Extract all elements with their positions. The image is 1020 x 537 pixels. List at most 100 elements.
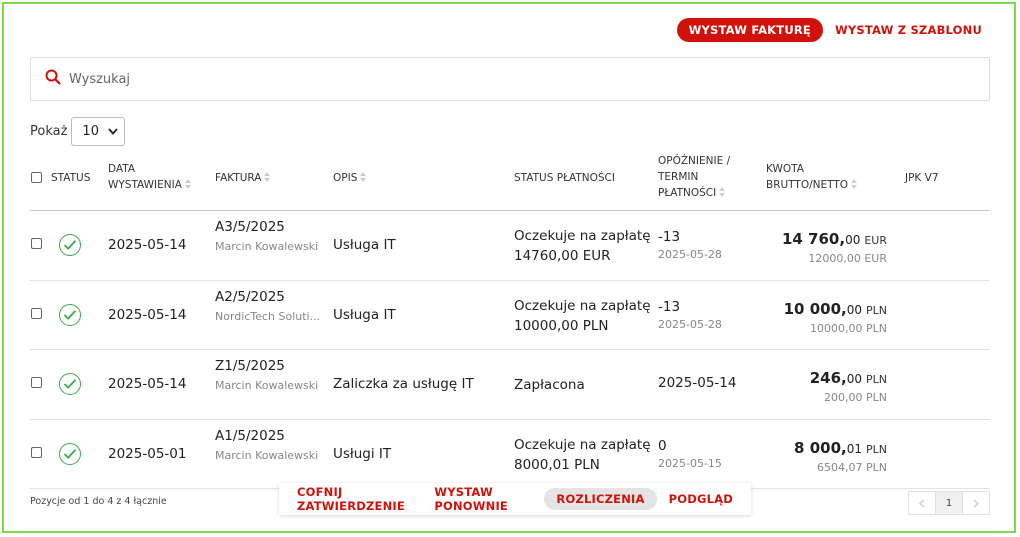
client-name: NordicTech Soluti... [215, 309, 321, 323]
net-amount: 10000,00 PLN [810, 321, 887, 335]
page-size-control: Pokaż 10 [30, 117, 126, 146]
header-amount[interactable]: KWOTA BRUTTO/NETTO [766, 161, 858, 193]
client-name: Marcin Kowalewski [215, 240, 319, 253]
payment-status: Oczekuje na zapłatę 14760,00 EUR [514, 228, 651, 264]
gross-amount: 14 760,00 [781, 230, 861, 248]
currency: PLN [866, 442, 887, 456]
next-page-button[interactable] [962, 491, 990, 515]
reissue-button[interactable]: WYSTAW PONOWNIE [422, 481, 544, 517]
issue-date: 2025-05-14 [108, 376, 187, 392]
currency: PLN [866, 303, 887, 317]
table-row[interactable]: 2025-05-14 A2/5/2025 NordicTech Soluti..… [30, 281, 990, 350]
row-checkbox[interactable] [31, 377, 42, 388]
gross-amount: 10 000,00 [783, 299, 862, 318]
delay-value: 0 [658, 437, 667, 454]
net-amount: 200,00 PLN [824, 391, 887, 404]
page-number-button[interactable]: 1 [935, 491, 963, 515]
sort-icon [184, 179, 192, 189]
delay-value: 2025-05-14 [658, 375, 737, 391]
payment-status: Oczekuje na zapłatę 10000,00 PLN [514, 297, 651, 334]
header-delay-due[interactable]: OPÓŹNIENIE / TERMIN PŁATNOŚCI [658, 153, 730, 201]
delay-value: -13 [658, 298, 681, 315]
payment-status: Oczekuje na zapłatę 8000,01 PLN [514, 436, 651, 473]
due-date: 2025-05-28 [658, 248, 722, 261]
invoice-number[interactable]: Z1/5/2025 [215, 358, 318, 374]
sort-icon [719, 187, 726, 197]
header-payment-status: STATUS PŁATNOŚCI [514, 172, 615, 184]
issue-from-template-button[interactable]: WYSTAW Z SZABLONU [835, 23, 982, 37]
chevron-down-icon [108, 128, 119, 135]
issue-date: 2025-05-14 [108, 237, 187, 253]
currency: EUR [864, 234, 887, 247]
sort-icon [851, 179, 858, 189]
due-date: 2025-05-28 [658, 317, 722, 331]
check-circle-icon [59, 442, 81, 465]
payment-status: Zapłacona [514, 377, 585, 393]
row-action-bar: COFNIJ ZATWIERDZENIE WYSTAW PONOWNIE ROZ… [279, 483, 751, 515]
table-row[interactable]: 2025-05-14 A3/5/2025 Marcin Kowalewski U… [30, 211, 990, 281]
client-name: Marcin Kowalewski [215, 379, 319, 392]
issue-date: 2025-05-01 [108, 445, 187, 462]
delay-cell: 0 2025-05-15 [658, 438, 722, 470]
amount-cell: 8 000,01 PLN 6504,07 PLN [794, 438, 887, 474]
net-amount: 6504,07 PLN [817, 460, 887, 474]
table-header: STATUS DATA WYSTAWIENIA FAKTURA OPIS STA… [30, 150, 990, 211]
select-all-checkbox[interactable] [31, 172, 42, 183]
description: Zaliczka za usługę IT [333, 376, 474, 392]
search-box[interactable] [30, 57, 990, 101]
search-input[interactable] [69, 71, 869, 87]
check-circle-icon [59, 303, 81, 326]
header-status[interactable]: STATUS [51, 170, 90, 186]
chevron-left-icon [919, 499, 925, 507]
currency: PLN [866, 373, 887, 386]
header-issue-date[interactable]: DATA WYSTAWIENIA [108, 161, 192, 193]
client-name: Marcin Kowalewski [215, 448, 319, 462]
description: Usługa IT [333, 306, 396, 323]
header-invoice[interactable]: FAKTURA [215, 170, 271, 186]
amount-cell: 14 760,00 EUR 12000,00 EUR [782, 229, 887, 265]
sort-icon [264, 172, 271, 182]
top-actions: WYSTAW FAKTURĘ WYSTAW Z SZABLONU [676, 18, 982, 42]
chevron-right-icon [973, 499, 979, 507]
row-checkbox[interactable] [31, 446, 42, 458]
page-size-label: Pokaż [30, 124, 68, 139]
delay-cell: -13 2025-05-28 [658, 229, 722, 261]
undo-approval-button[interactable]: COFNIJ ZATWIERDZENIE [285, 481, 422, 517]
invoice-cell: A3/5/2025 Marcin Kowalewski [215, 219, 318, 253]
row-checkbox[interactable] [31, 238, 42, 249]
gross-amount: 246,00 [809, 369, 862, 387]
preview-button[interactable]: PODGLĄD [657, 488, 745, 510]
gross-amount: 8 000,01 [794, 438, 862, 457]
description: Usługa IT [333, 237, 396, 253]
net-amount: 12000,00 EUR [808, 252, 887, 265]
amount-cell: 10 000,00 PLN 10000,00 PLN [784, 299, 887, 335]
pagination-info: Pozycje od 1 do 4 z 4 łącznie [30, 496, 167, 507]
delay-value: -13 [658, 229, 681, 245]
prev-page-button[interactable] [908, 491, 936, 515]
issue-date: 2025-05-14 [108, 306, 187, 323]
pagination: 1 [908, 491, 990, 515]
row-checkbox[interactable] [31, 307, 42, 319]
sort-icon [360, 172, 367, 182]
header-description[interactable]: OPIS [333, 170, 367, 186]
page-size-select[interactable]: 10 [71, 117, 126, 146]
delay-cell: 2025-05-14 [658, 375, 736, 394]
invoice-number[interactable]: A1/5/2025 [215, 428, 318, 444]
invoice-number[interactable]: A3/5/2025 [215, 219, 318, 235]
table-row[interactable]: 2025-05-14 Z1/5/2025 Marcin Kowalewski Z… [30, 350, 990, 420]
invoice-cell: A2/5/2025 NordicTech Soluti... [215, 289, 320, 323]
invoice-table: STATUS DATA WYSTAWIENIA FAKTURA OPIS STA… [30, 150, 990, 489]
invoice-number[interactable]: A2/5/2025 [215, 289, 320, 305]
invoice-cell: Z1/5/2025 Marcin Kowalewski [215, 358, 318, 392]
check-circle-icon [59, 234, 81, 256]
issue-invoice-button[interactable]: WYSTAW FAKTURĘ [676, 18, 823, 42]
description: Usługi IT [333, 445, 392, 462]
due-date: 2025-05-15 [658, 456, 722, 470]
settlements-button[interactable]: ROZLICZENIA [544, 488, 657, 510]
check-circle-icon [59, 373, 81, 395]
invoice-cell: A1/5/2025 Marcin Kowalewski [215, 428, 318, 462]
search-icon [45, 69, 61, 89]
page-size-value: 10 [82, 124, 99, 139]
delay-cell: -13 2025-05-28 [658, 299, 722, 331]
table-row[interactable]: 2025-05-01 A1/5/2025 Marcin Kowalewski U… [30, 420, 990, 489]
